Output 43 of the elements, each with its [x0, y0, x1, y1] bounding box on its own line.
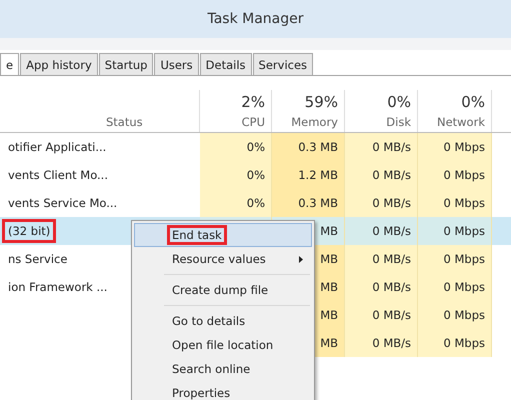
table-cell: 0 Mbps — [444, 224, 485, 238]
window-title: Task Manager — [207, 11, 304, 27]
process-name: ns Service — [7, 251, 68, 268]
process-name: vents Service Mo... — [7, 195, 118, 212]
table-cell: 0 MB/s — [372, 196, 411, 210]
table-cell: 0 MB/s — [372, 308, 411, 322]
process-name: otifier Applicati... — [7, 139, 108, 156]
table-cell: 0 MB/s — [372, 280, 411, 294]
column-label: Status — [106, 115, 143, 129]
table-cell: MB — [320, 336, 338, 350]
table-cell: 0% — [246, 196, 265, 210]
table-cell: 0 MB/s — [372, 140, 411, 154]
table-cell: 0 Mbps — [444, 280, 485, 294]
column-label: CPU — [242, 115, 265, 129]
table-cell: 0 MB/s — [372, 336, 411, 350]
column-total: 2% — [241, 93, 265, 111]
table-cell: 0 MB/s — [372, 252, 411, 266]
table-cell: 0 Mbps — [444, 308, 485, 322]
table-cell: 0.3 MB — [298, 196, 338, 210]
table-cell: 0 Mbps — [444, 168, 485, 182]
column-label: Memory — [291, 115, 338, 129]
column-label: Network — [436, 115, 485, 129]
table-cell: 0 Mbps — [444, 336, 485, 350]
process-name: ion Framework ... — [7, 279, 108, 296]
table-cell: MB — [320, 280, 338, 294]
process-name: (32 bit) — [2, 219, 56, 243]
table-cell: 1.2 MB — [298, 168, 338, 182]
table-cell: 0 Mbps — [444, 252, 485, 266]
column-total: 0% — [387, 93, 411, 111]
column-label: Disk — [386, 115, 411, 129]
table-cell: 0% — [246, 140, 265, 154]
table-cell: MB — [320, 224, 338, 238]
process-name: vents Client Mo... — [7, 167, 109, 184]
table-cell: 0 MB/s — [372, 168, 411, 182]
column-total: 0% — [461, 93, 485, 111]
table-cell: 0 Mbps — [444, 196, 485, 210]
table-cell: MB — [320, 252, 338, 266]
table-cell: 0.3 MB — [298, 140, 338, 154]
column-total: 59% — [304, 93, 338, 111]
table-cell: 0 Mbps — [444, 140, 485, 154]
table-cell: 0% — [246, 168, 265, 182]
table-cell: MB — [320, 308, 338, 322]
table-cell: 0 MB/s — [372, 224, 411, 238]
